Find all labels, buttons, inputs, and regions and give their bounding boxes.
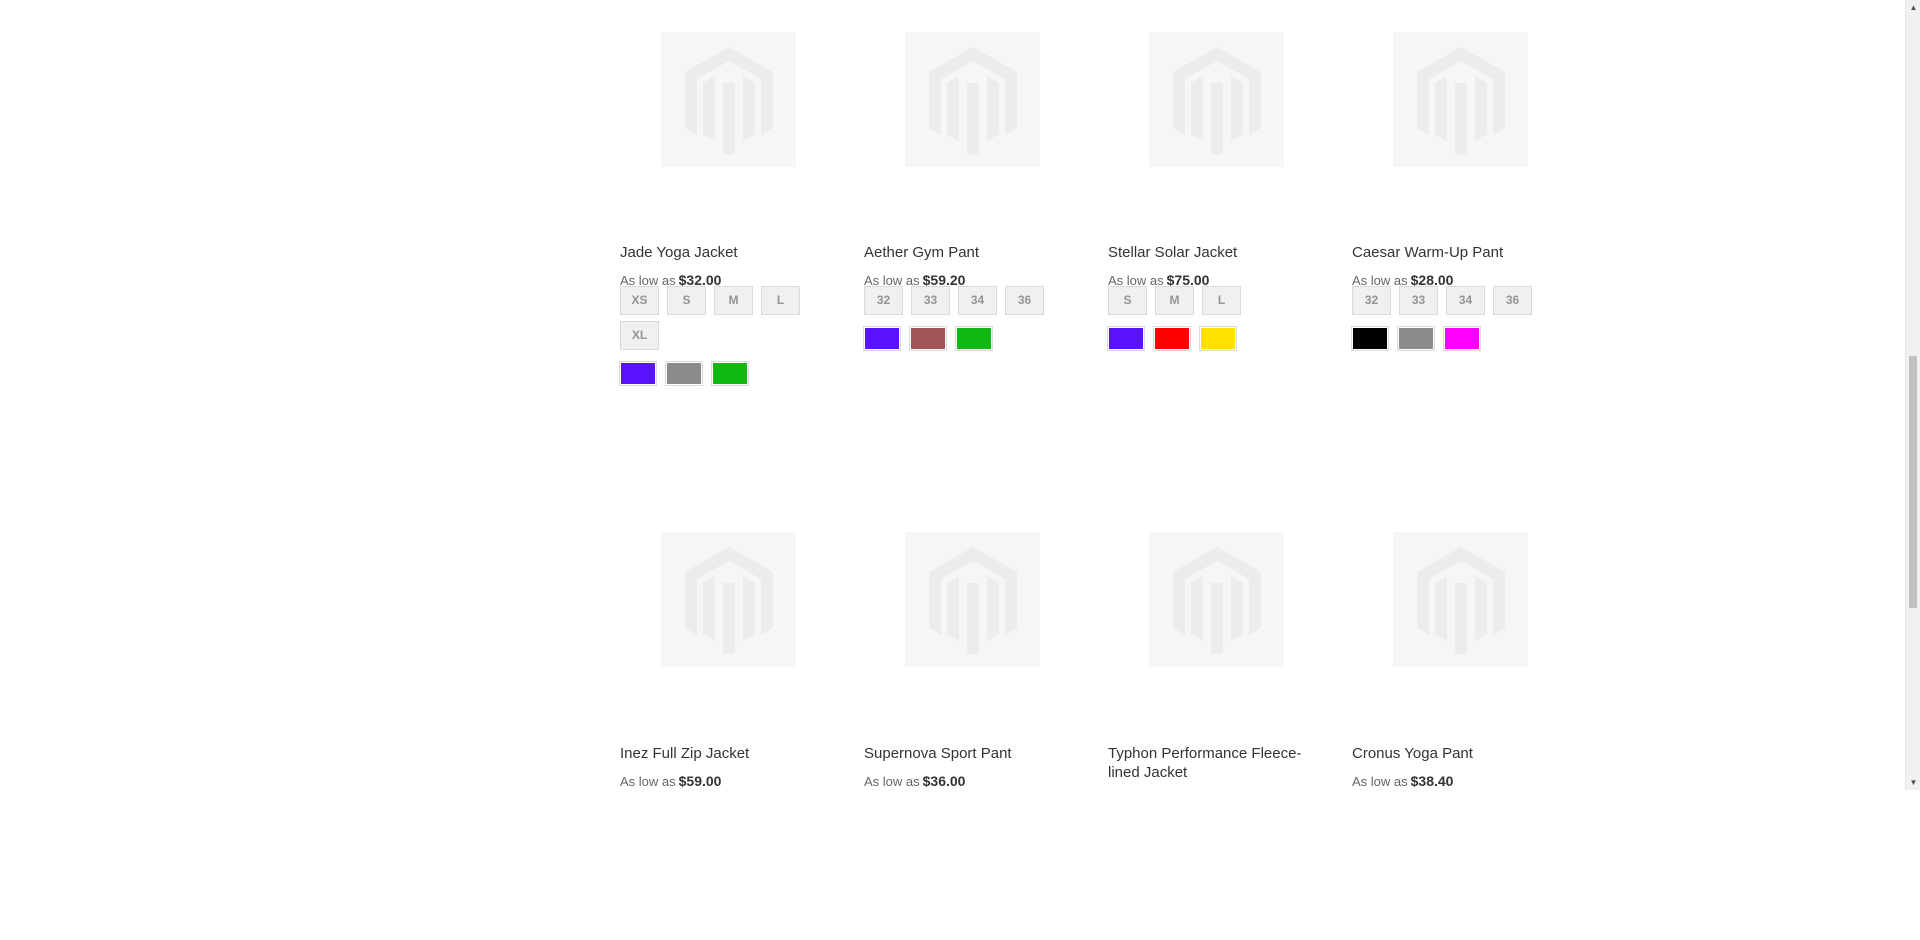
color-options: [1351, 326, 1552, 355]
color-options: [1107, 326, 1308, 355]
product-name-link[interactable]: Jade Yoga Jacket: [620, 243, 815, 262]
vertical-scrollbar[interactable]: ▲ ▼: [1905, 0, 1920, 790]
color-swatch[interactable]: [1107, 326, 1145, 351]
product-item: Jade Yoga Jacket As low as $32.00 XS S M LXL: [619, 0, 820, 440]
product-item: Aether Gym Pant As low as $59.20 32 33 34 36: [863, 0, 1064, 440]
color-swatch[interactable]: [1397, 326, 1435, 351]
size-option[interactable]: M: [1155, 286, 1194, 315]
product-price: As low as $38.40: [1352, 773, 1453, 789]
magento-logo-icon: [684, 46, 773, 155]
product-name-link[interactable]: Caesar Warm-Up Pant: [1352, 243, 1547, 262]
product-item: Cronus Yoga Pant As low as $38.40: [1352, 500, 1552, 940]
size-option[interactable]: 36: [1493, 286, 1532, 315]
size-option[interactable]: 36: [1005, 286, 1044, 315]
price-label: As low as: [620, 774, 676, 789]
magento-logo-icon: [1172, 46, 1261, 155]
size-option[interactable]: 32: [864, 286, 903, 315]
product-item: Stellar Solar Jacket As low as $75.00 S M L: [1107, 0, 1308, 440]
color-swatch[interactable]: [1199, 326, 1237, 351]
magento-logo-icon: [1172, 546, 1261, 655]
product-image[interactable]: [1149, 532, 1284, 667]
color-swatch[interactable]: [1351, 326, 1389, 351]
size-option[interactable]: XS: [620, 286, 659, 315]
product-image[interactable]: [1393, 532, 1528, 667]
price-amount: $59.00: [678, 773, 722, 789]
scroll-down-arrow-icon[interactable]: ▼: [1906, 775, 1920, 790]
price-label: As low as: [1352, 774, 1408, 789]
product-name-link[interactable]: Stellar Solar Jacket: [1108, 243, 1303, 262]
color-swatch[interactable]: [955, 326, 993, 351]
color-swatch[interactable]: [619, 361, 657, 386]
price-amount: $38.40: [1410, 773, 1454, 789]
size-option[interactable]: 34: [958, 286, 997, 315]
product-price: As low as $59.00: [620, 773, 721, 789]
color-options: [619, 361, 820, 390]
product-name-link[interactable]: Cronus Yoga Pant: [1352, 744, 1547, 763]
size-option[interactable]: 34: [1446, 286, 1485, 315]
magento-logo-icon: [684, 546, 773, 655]
size-option[interactable]: 33: [911, 286, 950, 315]
product-image[interactable]: [905, 32, 1040, 167]
scroll-up-arrow-icon[interactable]: ▲: [1906, 0, 1920, 15]
color-options: [863, 326, 1064, 355]
product-item: Supernova Sport Pant As low as $36.00: [864, 500, 1064, 940]
magento-logo-icon: [928, 546, 1017, 655]
size-option[interactable]: L: [761, 286, 800, 315]
size-option[interactable]: L: [1202, 286, 1241, 315]
product-item: Caesar Warm-Up Pant As low as $28.00 32 33 34…: [1351, 0, 1552, 440]
magento-logo-icon: [928, 46, 1017, 155]
color-swatch[interactable]: [665, 361, 703, 386]
product-image[interactable]: [661, 32, 796, 167]
product-image[interactable]: [905, 532, 1040, 667]
product-image[interactable]: [1149, 32, 1284, 167]
size-options: SML: [1108, 286, 1308, 321]
magento-logo-icon: [1416, 46, 1505, 155]
product-image[interactable]: [661, 532, 796, 667]
product-price: As low as $36.00: [864, 773, 965, 789]
size-options: XS S M L XL: [620, 286, 820, 356]
product-image[interactable]: [1393, 32, 1528, 167]
product-name-link[interactable]: Inez Full Zip Jacket: [620, 744, 815, 763]
scroll-thumb[interactable]: [1909, 356, 1917, 608]
size-option[interactable]: XL: [620, 321, 659, 350]
size-option[interactable]: S: [667, 286, 706, 315]
magento-logo-icon: [1416, 546, 1505, 655]
color-swatch[interactable]: [909, 326, 947, 351]
size-option[interactable]: 33: [1399, 286, 1438, 315]
color-swatch[interactable]: [863, 326, 901, 351]
product-name-link[interactable]: Supernova Sport Pant: [864, 744, 1059, 763]
product-name-link[interactable]: Aether Gym Pant: [864, 243, 1059, 262]
color-swatch[interactable]: [711, 361, 749, 386]
color-swatch[interactable]: [1153, 326, 1191, 351]
product-name-link[interactable]: Typhon Performance Fleece-lined Jacket: [1108, 744, 1303, 782]
color-swatch[interactable]: [1443, 326, 1481, 351]
product-item: Inez Full Zip Jacket As low as $59.00: [620, 500, 820, 940]
size-options: 32 33 34 36: [864, 286, 1064, 321]
size-options: 32 33 34 36: [1352, 286, 1552, 321]
product-grid: Jade Yoga Jacket As low as $32.00 XS S M LXL Ae…: [0, 0, 1905, 790]
product-item: Typhon Performance Fleece-lined Jacket: [1108, 500, 1308, 940]
size-option[interactable]: M: [714, 286, 753, 315]
price-amount: $36.00: [922, 773, 966, 789]
price-label: As low as: [864, 774, 920, 789]
size-option[interactable]: 32: [1352, 286, 1391, 315]
size-option[interactable]: S: [1108, 286, 1147, 315]
